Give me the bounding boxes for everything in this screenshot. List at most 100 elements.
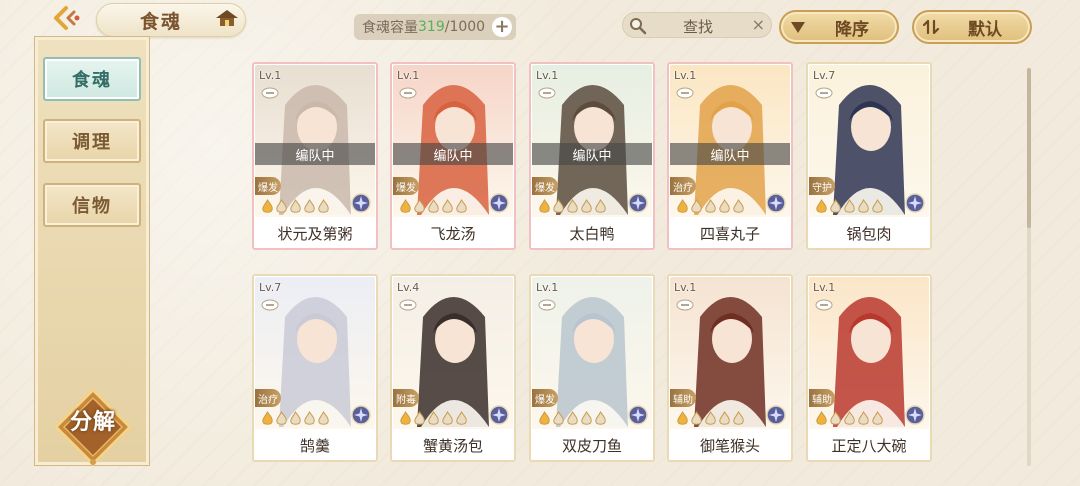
card-name: 四喜丸子: [699, 224, 760, 243]
face-icon: [815, 299, 833, 311]
card-name: 正定八大碗: [831, 436, 907, 455]
role-badge: 爆发: [532, 177, 558, 195]
scrollbar-thumb[interactable]: [1027, 68, 1031, 228]
search-bar[interactable]: 查找 ×: [622, 12, 772, 38]
star-flame-icon: [691, 411, 702, 425]
star-flame-icon: [830, 199, 841, 213]
star-flame-icon: [428, 199, 439, 213]
food-soul-card[interactable]: Lv.7 守护 锅包肉: [806, 62, 932, 250]
scrollbar[interactable]: [1027, 68, 1031, 466]
card-frame: Lv.1 辅助 御笔猴头: [670, 277, 790, 459]
element-icon: [489, 405, 509, 425]
face-icon: [261, 87, 279, 99]
face-icon: [399, 299, 417, 311]
tab-conditioning[interactable]: 调理: [43, 119, 141, 163]
back-arrow-icon: [54, 6, 80, 30]
card-level: Lv.7: [259, 281, 282, 294]
role-badge: 附毒: [393, 389, 419, 407]
back-button[interactable]: [48, 4, 86, 32]
star-flame-icon: [539, 411, 550, 425]
card-name: 双皮刀鱼: [561, 436, 622, 455]
role-badge: 治疗: [670, 177, 696, 195]
star-flame-icon: [844, 411, 855, 425]
tab-food-soul[interactable]: 食魂: [43, 57, 141, 101]
star-flame-icon: [567, 411, 578, 425]
star-flame-icon: [677, 411, 688, 425]
food-soul-card[interactable]: Lv.1 编队中 爆发 太白鸭: [529, 62, 655, 250]
star-flame-icon: [719, 199, 730, 213]
home-icon[interactable]: [214, 8, 240, 28]
star-flame-icon: [816, 199, 827, 213]
food-soul-card[interactable]: Lv.7 治疗 鹄羹: [252, 274, 378, 462]
card-name-bar: 双皮刀鱼: [532, 431, 652, 459]
in-team-status: 编队中: [532, 143, 652, 165]
card-level: Lv.1: [397, 69, 420, 82]
star-rating: [261, 199, 330, 214]
face-icon: [261, 299, 279, 311]
star-flame-icon: [872, 411, 883, 425]
star-rating: [399, 199, 468, 214]
card-name: 御笔猴头: [699, 436, 760, 455]
card-name: 鹄羹: [299, 436, 330, 455]
role-badge: 爆发: [255, 177, 281, 195]
card-name: 太白鸭: [569, 224, 615, 243]
role-badge: 爆发: [393, 177, 419, 195]
food-soul-card[interactable]: Lv.1 编队中 爆发 飞龙汤: [390, 62, 516, 250]
element-icon: [351, 193, 371, 213]
star-flame-icon: [400, 199, 411, 213]
search-label: 查找: [683, 18, 714, 36]
capacity-display: 食魂容量 319 /1000 +: [354, 14, 516, 40]
element-icon: [766, 193, 786, 213]
card-level: Lv.4: [397, 281, 420, 294]
clear-icon[interactable]: ×: [752, 15, 765, 34]
star-flame-icon: [539, 199, 550, 213]
food-soul-card[interactable]: Lv.1 辅助 正定八大碗: [806, 274, 932, 462]
element-icon: [628, 193, 648, 213]
star-flame-icon: [290, 411, 301, 425]
sort-mode-button[interactable]: 默认: [912, 10, 1032, 44]
face-icon: [399, 87, 417, 99]
capacity-add-button[interactable]: +: [492, 17, 512, 37]
page-title: 食魂: [140, 11, 183, 33]
star-flame-icon: [262, 411, 273, 425]
card-frame: Lv.1 编队中 爆发 太白鸭: [532, 65, 652, 247]
star-flame-icon: [290, 199, 301, 213]
star-flame-icon: [553, 199, 564, 213]
food-soul-card[interactable]: Lv.1 编队中 治疗 四喜丸子: [667, 62, 793, 250]
tab-token[interactable]: 信物: [43, 183, 141, 227]
star-flame-icon: [276, 411, 287, 425]
face-icon: [676, 299, 694, 311]
face-icon: [538, 299, 556, 311]
star-rating: [815, 411, 884, 426]
food-soul-card[interactable]: Lv.1 辅助 御笔猴头: [667, 274, 793, 462]
food-soul-card[interactable]: Lv.1 爆发 双皮刀鱼: [529, 274, 655, 462]
card-name-bar: 太白鸭: [532, 219, 652, 247]
element-icon: [489, 193, 509, 213]
star-flame-icon: [414, 199, 425, 213]
star-flame-icon: [304, 199, 315, 213]
sort-order-button[interactable]: 降序: [779, 10, 899, 44]
star-flame-icon: [677, 199, 688, 213]
element-icon: [351, 405, 371, 425]
filter-icon: [922, 19, 940, 35]
element-icon: [628, 405, 648, 425]
card-name: 飞龙汤: [430, 224, 476, 243]
face-icon: [815, 87, 833, 99]
capacity-max: /1000: [444, 19, 486, 35]
star-rating: [399, 411, 468, 426]
star-flame-icon: [428, 411, 439, 425]
star-rating: [538, 411, 607, 426]
card-name-bar: 四喜丸子: [670, 219, 790, 247]
card-level: Lv.1: [674, 69, 697, 82]
star-flame-icon: [262, 199, 273, 213]
role-badge: 爆发: [532, 389, 558, 407]
card-name-bar: 正定八大碗: [809, 431, 929, 459]
search-icon: [630, 18, 647, 35]
face-icon: [676, 87, 694, 99]
food-soul-card[interactable]: Lv.4 附毒 蟹黄汤包: [390, 274, 516, 462]
star-flame-icon: [816, 411, 827, 425]
food-soul-card[interactable]: Lv.1 编队中 爆发 状元及第粥: [252, 62, 378, 250]
role-badge: 守护: [809, 177, 835, 195]
star-rating: [676, 411, 745, 426]
card-frame: Lv.7 治疗 鹄羹: [255, 277, 375, 459]
